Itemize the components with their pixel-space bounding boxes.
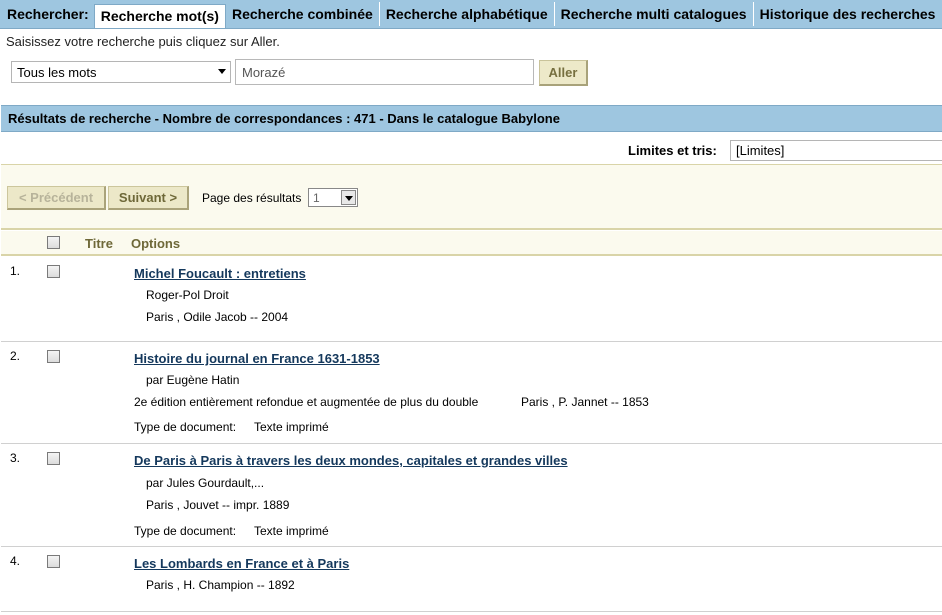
limits-label: Limites et tris: (628, 143, 717, 158)
page-label: Page des résultats (202, 191, 302, 205)
result-publication: Paris , P. Jannet -- 1853 (521, 395, 649, 409)
tab-recherche-mots[interactable]: Recherche mot(s) (93, 3, 226, 28)
result-number: 2. (10, 349, 21, 363)
page-select[interactable]: 1 (308, 188, 358, 207)
tab-recherche-alphabetique[interactable]: Recherche alphabétique (380, 2, 555, 26)
result-row: 1. Michel Foucault : entretiens Roger-Po… (1, 258, 942, 342)
result-author: par Jules Gourdault,... (146, 476, 265, 490)
go-button[interactable]: Aller (539, 60, 588, 86)
pagination-bar: < Précédent Suivant > Page des résultats… (1, 164, 942, 230)
tab-recherche-multi-catalogues[interactable]: Recherche multi catalogues (555, 2, 754, 26)
result-doctype-label: Type de document: (134, 420, 237, 434)
page-value: 1 (313, 190, 320, 205)
search-tabs-label: Rechercher: (7, 6, 89, 22)
previous-button[interactable]: < Précédent (7, 186, 106, 210)
result-publication: Paris , Jouvet -- impr. 1889 (146, 498, 290, 512)
next-button[interactable]: Suivant > (108, 186, 189, 210)
results-header: Résultats de recherche - Nombre de corre… (1, 105, 942, 132)
result-edition: 2e édition entièrement refondue et augme… (134, 395, 479, 409)
search-instructions: Saisissez votre recherche puis cliquez s… (6, 34, 280, 49)
result-title-link[interactable]: Histoire du journal en France 1631-1853 (134, 351, 380, 366)
result-doctype: Texte imprimé (254, 420, 329, 434)
search-mode-value: Tous les mots (17, 64, 97, 80)
result-number: 4. (10, 554, 21, 568)
chevron-down-icon (341, 190, 356, 205)
limits-select[interactable]: [Limites] (730, 140, 942, 161)
result-checkbox[interactable] (47, 555, 60, 568)
search-input[interactable]: Morazé (235, 59, 534, 85)
column-title-header: Titre (85, 236, 113, 251)
results-column-header: Titre Options (1, 231, 942, 256)
result-doctype: Texte imprimé (254, 524, 329, 538)
result-doctype-label: Type de document: (134, 524, 237, 538)
result-title-link[interactable]: De Paris à Paris à travers les deux mond… (134, 453, 568, 468)
search-mode-select[interactable]: Tous les mots (11, 61, 231, 83)
column-options-header: Options (131, 236, 181, 251)
result-author: par Eugène Hatin (146, 373, 240, 387)
limits-value: [Limites] (736, 143, 785, 158)
result-checkbox[interactable] (47, 350, 60, 363)
result-number: 3. (10, 451, 21, 465)
result-author: Roger-Pol Droit (146, 288, 229, 302)
result-title-link[interactable]: Michel Foucault : entretiens (134, 266, 306, 281)
result-publication: Paris , H. Champion -- 1892 (146, 578, 295, 592)
result-row: 4. Les Lombards en France et à Paris Par… (1, 548, 942, 612)
result-checkbox[interactable] (47, 452, 60, 465)
result-publication: Paris , Odile Jacob -- 2004 (146, 310, 289, 324)
result-row: 3. De Paris à Paris à travers les deux m… (1, 445, 942, 547)
select-all-checkbox[interactable] (47, 236, 60, 249)
result-title-link[interactable]: Les Lombards en France et à Paris (134, 556, 349, 571)
result-row: 2. Histoire du journal en France 1631-18… (1, 343, 942, 444)
search-tab-bar: Rechercher: Recherche mot(s) Recherche c… (0, 0, 942, 29)
chevron-down-icon (218, 69, 226, 74)
result-number: 1. (10, 264, 21, 278)
tab-historique-recherches[interactable]: Historique des recherches (754, 2, 942, 26)
tab-recherche-combinee[interactable]: Recherche combinée (226, 2, 380, 26)
result-checkbox[interactable] (47, 265, 60, 278)
search-query-value: Morazé (242, 64, 286, 80)
